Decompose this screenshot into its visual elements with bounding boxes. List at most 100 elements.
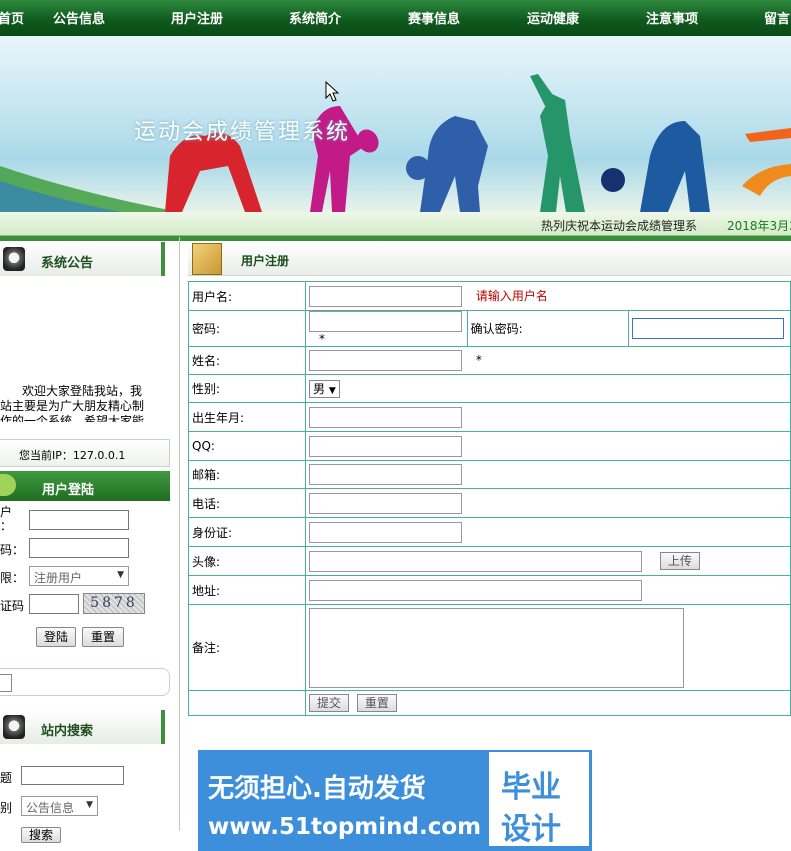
login-button[interactable]: 登陆 [36,627,76,647]
form-row-idcard: 身份证: [188,517,791,547]
notice-panel-title: 系统公告 [41,256,94,271]
phone-input[interactable] [309,492,462,514]
address-label: 地址: [188,575,306,605]
login-username-input[interactable] [29,510,129,530]
idcard-input[interactable] [309,521,462,543]
chevron-down-icon: ▼ [117,570,124,580]
address-input[interactable] [309,579,642,601]
nav-messages[interactable]: 留言 [764,8,790,27]
mouse-cursor-icon [325,81,340,102]
login-reset-button[interactable]: 重置 [82,627,124,647]
form-row-qq: QQ: [188,431,791,461]
notice-panel-header: 系统公告 [0,242,165,276]
gender-cell: 男 ▼ [305,374,791,403]
upload-button[interactable]: 上传 [659,551,700,570]
email-input[interactable] [309,464,462,485]
actions-label-cell [188,690,306,716]
birthdate-input[interactable] [309,406,462,428]
search-panel-title: 站内搜索 [41,724,94,739]
login-panel-title: 用户登陆 [42,483,95,498]
search-type-label: 类别 [0,801,13,815]
nav-user-register[interactable]: 用户注册 [171,8,223,27]
remarks-textarea[interactable] [309,607,684,688]
email-label: 邮箱: [188,460,306,489]
password-required-star: * [319,332,325,346]
chevron-down-icon: ▼ [86,800,93,810]
nav-sports-health[interactable]: 运动健康 [527,8,579,27]
search-title-input[interactable] [21,766,124,785]
name-input[interactable] [309,350,462,371]
form-row-address: 地址: [188,575,791,605]
sidebar-mini-input[interactable] [0,674,12,692]
confirm-password-label: 确认密码: [466,310,630,347]
nav-home[interactable]: 首页 [0,8,24,27]
search-title-label: 标题 [0,771,13,785]
captcha-input[interactable] [29,594,79,614]
username-input[interactable] [309,285,462,307]
idcard-label: 身份证: [188,517,306,547]
nav-announcements[interactable]: 公告信息 [53,8,105,27]
remarks-cell [305,604,791,691]
captcha-image[interactable]: 5878 [83,593,145,614]
qq-input[interactable] [309,435,462,457]
qq-label: QQ: [188,431,306,461]
banner-illustration [0,74,791,212]
banner-title: 运动会成绩管理系统 [134,120,351,145]
form-row-avatar: 头像: 上传 [188,546,791,576]
login-role-value: 注册用户 [34,571,83,585]
birthdate-label: 出生年月: [188,402,306,432]
form-row-birthdate: 出生年月: [188,402,791,432]
marquee-text: 热列庆祝本运动会成绩管理系 [541,219,698,233]
actions-cell: 提交 重置 [305,690,791,716]
ip-label: 您当前IP：127.0.0.1 [19,449,126,462]
password-label: 密码: [188,310,306,347]
login-password-input[interactable] [29,538,129,558]
avatar-label: 头像: [188,546,306,576]
login-panel-header: 用户登陆 [0,471,170,501]
username-label: 用户名: [188,281,306,311]
form-row-actions: 提交 重置 [188,690,791,716]
birthdate-cell [305,402,791,432]
form-reset-button[interactable]: 重置 [356,694,397,712]
register-panel-title: 用户注册 [241,254,290,268]
login-password-label: 密码： [0,543,25,557]
watermark-badge-top: 毕业 [501,770,561,805]
gender-select[interactable]: 男 ▼ [309,379,340,398]
username-hint: 请输入用户名 [475,288,548,303]
submit-button[interactable]: 提交 [309,694,349,712]
user-icon [0,474,16,496]
remarks-label: 备注: [188,604,306,691]
search-type-value: 公告信息 [26,801,75,815]
search-type-select[interactable]: 公告信息 ▼ [21,796,98,816]
login-role-label: 权限： [0,571,25,585]
register-form: 用户名: 请输入用户名 密码: * 确认密码: 姓名: * 性别: 男 ▼ 出生… [188,281,791,716]
gender-label: 性别: [188,374,306,403]
marquee-bar: 热列庆祝本运动会成绩管理系 2018年3月29 [0,212,791,236]
qq-cell [305,431,791,461]
password-input[interactable] [309,311,462,332]
nav-notes[interactable]: 注意事项 [646,8,698,27]
nav-events[interactable]: 赛事信息 [408,8,460,27]
nav-system-intro[interactable]: 系统简介 [289,8,341,27]
username-cell: 请输入用户名 [305,281,791,311]
register-panel-header: 用户注册 [188,242,791,276]
login-role-select[interactable]: 注册用户 ▼ [29,566,129,586]
confirm-password-input[interactable] [632,318,785,339]
name-cell: * [305,346,791,375]
ip-info-box: 您当前IP：127.0.0.1 [0,439,170,467]
form-row-username: 用户名: 请输入用户名 [188,281,791,311]
password-cell: * [305,310,468,347]
phone-cell [305,488,791,518]
watermark-banner: 无须担心.自动发货 www.51topmind.com 毕业 设计 [198,750,592,851]
avatar-input[interactable] [309,550,642,572]
login-username-label: 用户名： [0,505,13,533]
watermark-badge: 毕业 设计 [489,752,589,847]
marquee-date: 2018年3月29 [727,219,791,233]
form-row-gender: 性别: 男 ▼ [188,374,791,403]
search-button[interactable]: 搜索 [21,827,61,843]
email-cell [305,460,791,489]
avatar-cell: 上传 [305,546,791,576]
search-panel-header: 站内搜索 [0,710,165,744]
chevron-down-icon: ▼ [328,385,336,396]
address-cell [305,575,791,605]
